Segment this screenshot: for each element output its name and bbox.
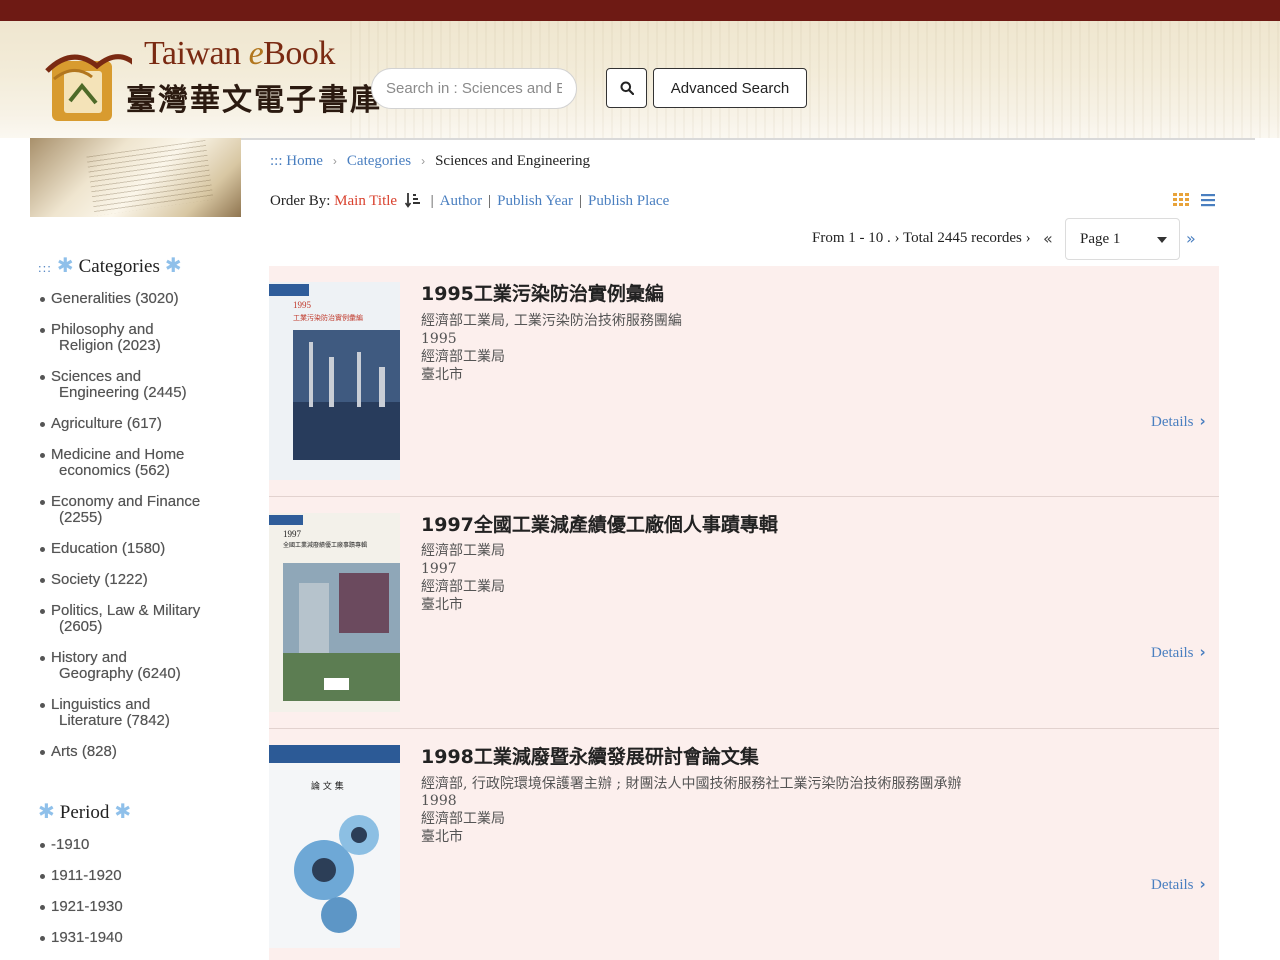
svg-text:1995: 1995 [293,300,312,310]
category-item-agriculture[interactable]: Agriculture (617) [40,416,162,432]
record-range-info: From 1 - 10 . › Total 2445 recordes › [812,230,1031,246]
search-button[interactable] [606,68,647,108]
categories-heading: ::: ✱ Categories ✱ [38,255,182,277]
book-cover-image[interactable]: 論 文 集 [269,745,400,948]
book-publisher: 經濟部工業局 [421,579,505,595]
breadcrumb-home-link[interactable]: ::: Home [270,153,323,169]
book-year: 1995 [421,331,457,347]
breadcrumb-current: Sciences and Engineering [435,153,591,169]
category-item-generalities[interactable]: Generalities (3020) [40,291,179,307]
site-header: Taiwan eBook 臺灣華文電子書庫 Advanced Search [0,21,1280,138]
category-item-medicine-home-economics[interactable]: Medicine and Home economics (562) [40,447,184,479]
sort-publish-year-link[interactable]: Publish Year [497,193,573,209]
chevron-right-icon: › [332,154,337,168]
details-link[interactable]: Details › [1151,875,1206,894]
category-item-politics-law-military[interactable]: Politics, Law & Military (2605) [40,603,200,635]
order-by-label: Order By: [270,193,331,209]
logo-english-text: Taiwan eBook [144,35,335,72]
snowflake-icon: ✱ [159,255,182,277]
breadcrumb: ::: Home › Categories › Sciences and Enginee… [270,153,590,170]
snowflake-icon: ✱ [109,801,132,823]
sidebar-banner-image [30,138,241,217]
category-item-arts[interactable]: Arts (828) [40,744,117,760]
period-item[interactable]: 1931-1940 [40,930,123,946]
svg-text:1997: 1997 [283,529,302,539]
book-publisher: 經濟部工業局 [421,349,505,365]
category-item-sciences-engineering[interactable]: Sciences and Engineering (2445) [40,369,187,401]
top-bar [0,0,1280,21]
category-item-history-geography[interactable]: History and Geography (6240) [40,650,181,682]
cover-illustration: 1995 工業污染防治實例彙編 [269,282,400,480]
book-cover-image[interactable]: 1997 全國工業減廢績優工廠事蹟專輯 [269,513,400,712]
sort-author-link[interactable]: Author [440,193,483,209]
category-item-society[interactable]: Society (1222) [40,572,148,588]
book-title[interactable]: 1995工業污染防治實例彙編 [421,279,664,306]
chevron-right-icon: › [1199,875,1206,893]
svg-text:全國工業減廢績優工廠事蹟專輯: 全國工業減廢績優工廠事蹟專輯 [283,541,367,549]
page-select-value: Page 1 [1080,231,1121,247]
book-author: 經濟部, 行政院環境保護署主辦 ; 財團法人中國技術服務社工業污染防治技術服務團… [421,776,962,792]
sort-ascending-icon[interactable] [404,192,421,208]
cover-illustration: 1997 全國工業減廢績優工廠事蹟專輯 [269,513,400,712]
category-item-economy-finance[interactable]: Economy and Finance (2255) [40,494,200,526]
site-logo[interactable]: Taiwan eBook 臺灣華文電子書庫 [34,33,380,125]
book-list-item: 1995 工業污染防治實例彙編 1995工業污染防治實例彙編 經濟部工業局, 工… [269,266,1219,497]
caret-down-icon [1157,237,1167,243]
cover-illustration: 論 文 集 [269,745,400,948]
last-page-icon[interactable]: » [1186,229,1196,248]
category-item-linguistics-literature[interactable]: Linguistics and Literature (7842) [40,697,170,729]
period-item[interactable]: -1910 [40,837,89,853]
book-list-item: 論 文 集 1998工業減廢暨永續發展研討會論文集 經濟部, 行政院環境保護署主… [269,729,1219,960]
chevron-right-icon: › [1199,643,1206,661]
logo-chinese-text: 臺灣華文電子書庫 [126,83,382,118]
snowflake-icon: ✱ [51,255,79,277]
svg-text:工業污染防治實例彙編: 工業污染防治實例彙編 [293,313,363,322]
book-place: 臺北市 [421,597,463,613]
details-link[interactable]: Details › [1151,412,1206,431]
book-place: 臺北市 [421,829,463,845]
category-item-philosophy-religion[interactable]: Philosophy and Religion (2023) [40,322,161,354]
details-link[interactable]: Details › [1151,643,1206,662]
book-cover-image[interactable]: 1995 工業污染防治實例彙編 [269,282,400,480]
category-item-education[interactable]: Education (1580) [40,541,165,557]
first-page-icon[interactable]: « [1043,229,1053,248]
book-list-item: 1997 全國工業減廢績優工廠事蹟專輯 1997全國工業減產績優工廠個人事蹟專輯… [269,497,1219,729]
svg-text:論 文 集: 論 文 集 [311,780,344,792]
sort-main-title-link[interactable]: Main Title [334,193,397,209]
book-year: 1998 [421,793,457,809]
book-author: 經濟部工業局, 工業污染防治技術服務團編 [421,313,682,329]
book-place: 臺北市 [421,367,463,383]
book-title[interactable]: 1997全國工業減產績優工廠個人事蹟專輯 [421,510,778,537]
snowflake-icon: ✱ [38,801,60,823]
book-title[interactable]: 1998工業減廢暨永續發展研討會論文集 [421,742,759,769]
breadcrumb-categories-link[interactable]: Categories [347,153,411,169]
grid-view-icon[interactable] [1173,193,1189,207]
view-toggle [1173,193,1215,212]
book-logo-icon [45,54,132,121]
search-input[interactable] [371,68,577,109]
advanced-search-button[interactable]: Advanced Search [653,68,807,108]
period-item[interactable]: 1921-1930 [40,899,123,915]
chevron-right-icon: › [421,154,426,168]
page-select[interactable]: Page 1 [1065,218,1180,260]
book-publisher: 經濟部工業局 [421,811,505,827]
order-by-bar: Order By: Main Title | Author | Publish Yea… [270,192,670,209]
chevron-right-icon: › [1199,412,1206,430]
search-icon [620,81,634,95]
period-heading: ✱ Period ✱ [38,801,132,823]
book-author: 經濟部工業局 [421,543,505,559]
header-divider [241,138,1255,140]
list-view-icon[interactable] [1201,193,1215,207]
book-year: 1997 [421,561,457,577]
period-item[interactable]: 1911-1920 [40,868,122,884]
sort-publish-place-link[interactable]: Publish Place [588,193,669,209]
